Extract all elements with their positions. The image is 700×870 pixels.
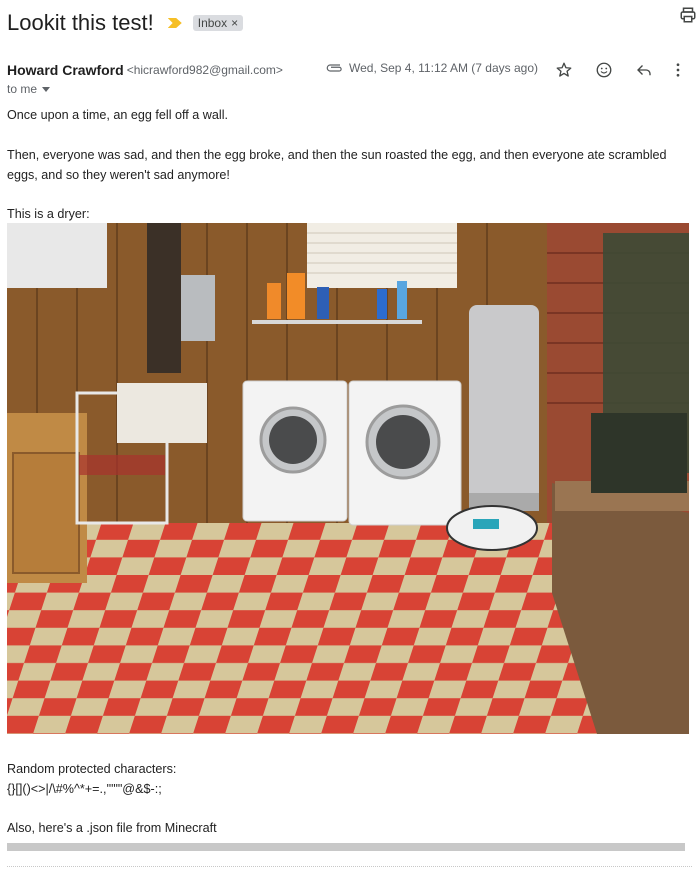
more-vert-icon xyxy=(676,63,680,77)
body-paragraph-3: This is a dryer: xyxy=(7,207,90,221)
sender-name[interactable]: Howard Crawford xyxy=(7,62,124,78)
emoji-button[interactable] xyxy=(584,58,624,82)
attachment-strip[interactable] xyxy=(7,843,685,851)
recipient-label: to me xyxy=(7,82,38,96)
print-icon[interactable] xyxy=(679,6,697,24)
laundry-room-photo[interactable] xyxy=(7,223,689,734)
protected-characters: {}[]()<>|/\#%^*+=.,'"""@&$-:; xyxy=(7,782,162,796)
divider xyxy=(7,866,692,867)
body-paragraph-4: Random protected characters: xyxy=(7,762,177,776)
email-subject: Lookit this test! xyxy=(7,10,154,35)
recipients-toggle[interactable]: to me xyxy=(7,82,51,96)
star-icon xyxy=(556,62,572,77)
body-paragraph-6: Also, here's a .json file from Minecraft xyxy=(7,821,217,835)
reply-icon xyxy=(637,65,651,76)
sender-row: Howard Crawford <hicrawford982@gmail.com… xyxy=(7,60,692,80)
reply-button[interactable] xyxy=(624,58,664,82)
attachment-icon xyxy=(326,64,342,72)
sender-email: <hicrawford982@gmail.com> xyxy=(126,63,283,77)
body-paragraph-1: Once upon a time, an egg fell off a wall… xyxy=(7,108,228,122)
subject-row: Lookit this test! Inbox × xyxy=(7,8,692,38)
message-actions xyxy=(544,58,692,82)
more-options-button[interactable] xyxy=(664,58,692,82)
caret-down-icon xyxy=(42,86,51,92)
inbox-label-chip[interactable]: Inbox × xyxy=(192,15,244,31)
body-paragraph-2: Then, everyone was sad, and then the egg… xyxy=(7,148,667,182)
star-button[interactable] xyxy=(544,58,584,82)
email-date: Wed, Sep 4, 11:12 AM (7 days ago) xyxy=(349,61,538,75)
emoji-icon xyxy=(596,62,612,78)
laundry-photo-graphic xyxy=(7,223,689,734)
remove-label-icon[interactable]: × xyxy=(231,16,238,30)
inbox-label: Inbox xyxy=(197,16,228,30)
importance-marker-icon[interactable] xyxy=(167,18,182,28)
